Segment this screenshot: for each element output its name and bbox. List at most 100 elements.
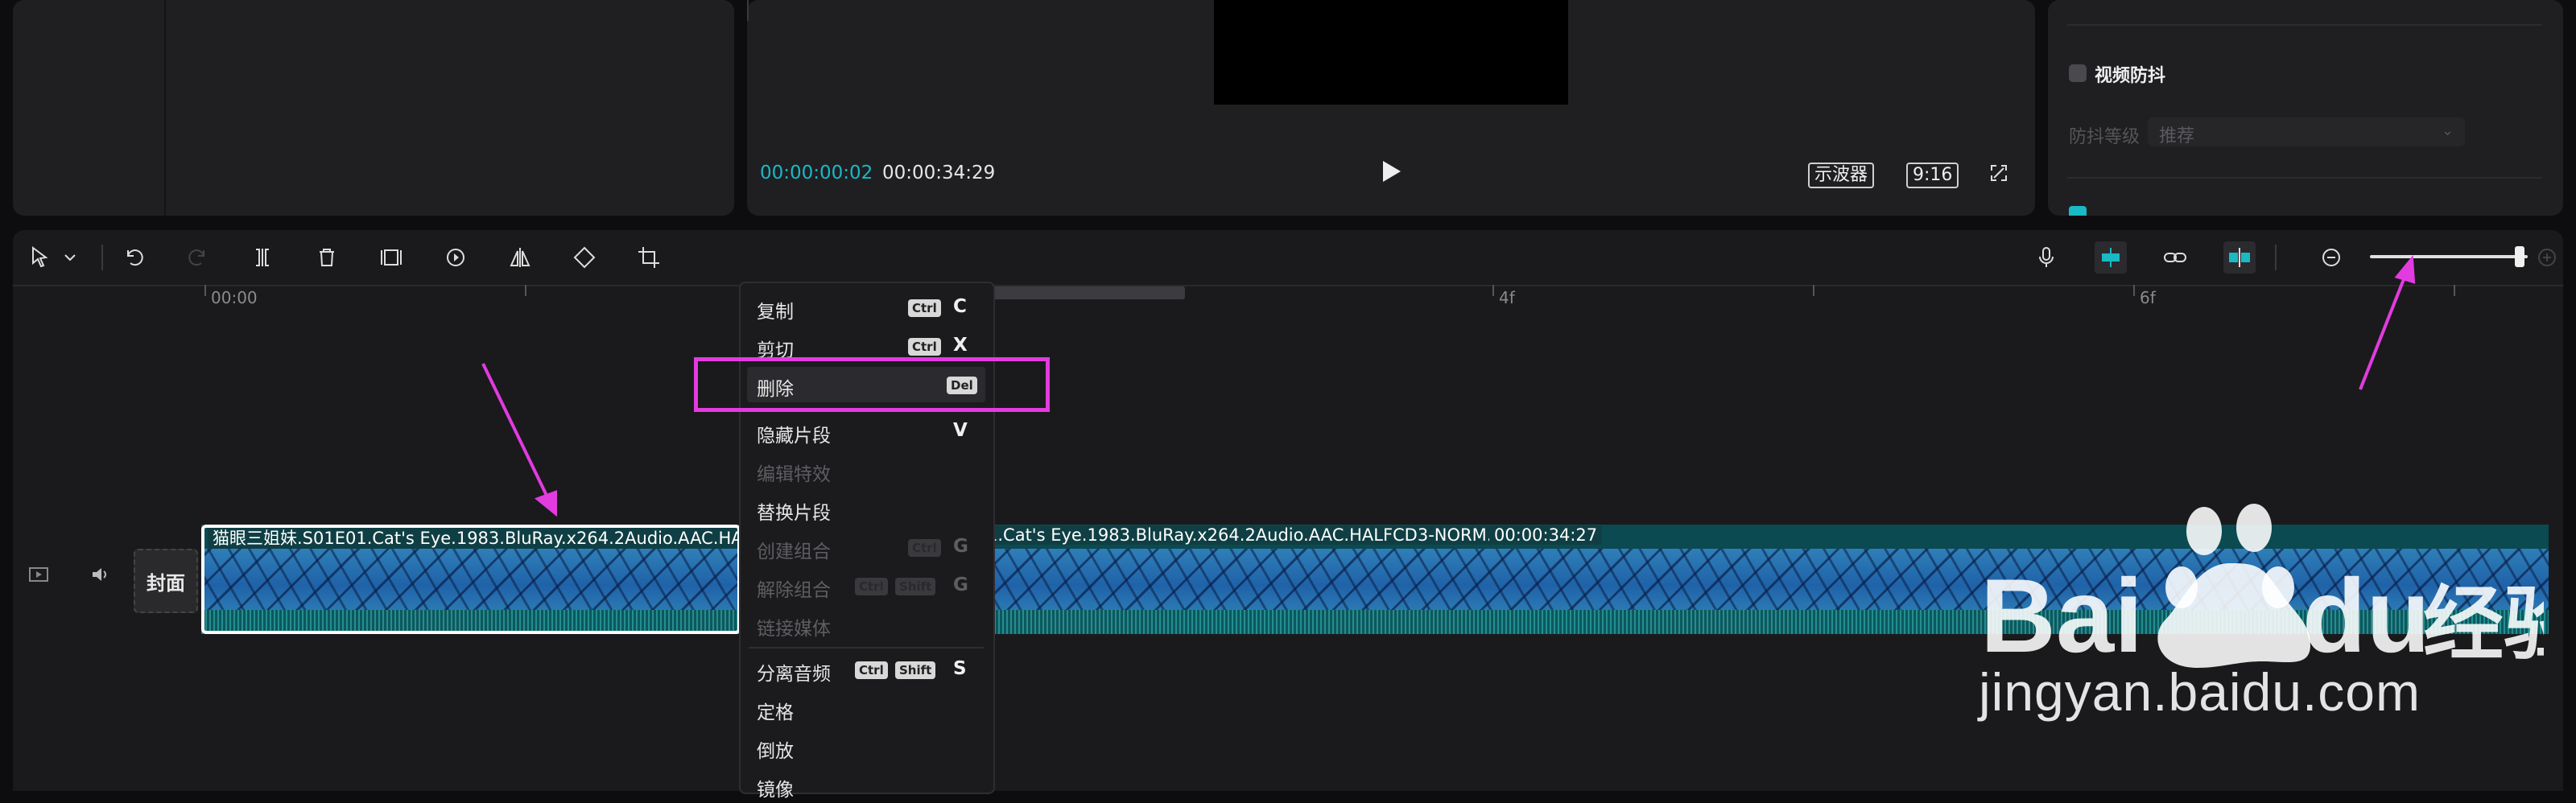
magnet-icon xyxy=(2102,248,2120,267)
clip-selection-outline xyxy=(201,525,741,634)
reverse-button[interactable] xyxy=(440,241,472,274)
timecode-separator xyxy=(747,0,749,21)
rotate-icon xyxy=(573,246,596,269)
ruler-label: 00:00 xyxy=(211,288,258,307)
annotation-highlight-box xyxy=(694,357,1050,412)
total-timecode: 00:00:34:29 xyxy=(882,163,996,183)
shortcut-key: S xyxy=(953,658,967,679)
shortcut-key: G xyxy=(953,536,968,557)
player-panel: 00:00:00:02 00:00:34:29 示波器 9:16 xyxy=(747,0,2035,216)
menu-item-label: 链接媒体 xyxy=(757,619,831,640)
stabilize-level-value: 推荐 xyxy=(2159,126,2195,146)
cursor-icon xyxy=(32,246,48,268)
shortcut-key: X xyxy=(953,335,968,356)
video-preview[interactable] xyxy=(1214,0,1568,105)
partial-checkbox[interactable] xyxy=(2069,206,2087,216)
zoom-out-button[interactable] xyxy=(2315,241,2347,274)
menu-item-reverse[interactable]: 倒放 xyxy=(741,729,993,764)
menu-item-detach-audio[interactable]: 分离音频 Ctrl Shift S xyxy=(741,652,993,687)
stabilize-level-select[interactable]: 推荐 ⌄ xyxy=(2148,117,2465,146)
watermark-url: jingyan.baidu.com xyxy=(1979,662,2421,722)
zoom-slider[interactable] xyxy=(2370,255,2528,258)
split-button[interactable] xyxy=(246,241,279,274)
undo-button[interactable] xyxy=(118,241,150,274)
freeze-button[interactable] xyxy=(375,241,407,274)
stabilize-label: 视频防抖 xyxy=(2095,66,2166,86)
menu-item-link-media[interactable]: 链接媒体 xyxy=(741,607,993,642)
select-mode-dropdown[interactable] xyxy=(60,241,80,274)
menu-item-label: 镜像 xyxy=(757,780,794,801)
menu-item-label: 定格 xyxy=(757,702,794,723)
divider xyxy=(2067,24,2542,26)
menu-item-copy[interactable]: 复制 Ctrl C xyxy=(741,290,993,325)
menu-item-hide-clip[interactable]: 隐藏片段 V xyxy=(741,414,993,449)
shortcut-key: Ctrl xyxy=(855,661,888,679)
redo-icon xyxy=(188,249,204,266)
scope-button[interactable]: 示波器 xyxy=(1808,163,1875,188)
menu-item-ungroup[interactable]: 解除组合 Ctrl Shift G xyxy=(741,568,993,603)
menu-item-edit-effects[interactable]: 编辑特效 xyxy=(741,452,993,488)
menu-item-replace-clip[interactable]: 替换片段 xyxy=(741,491,993,526)
shortcut-key: C xyxy=(953,296,967,317)
menu-item-label: 替换片段 xyxy=(757,503,831,524)
clip-duration: 00:00:34:27 xyxy=(1489,525,1603,545)
freeze-frame-icon xyxy=(381,249,402,266)
shortcut-key: Shift xyxy=(895,578,936,595)
menu-item-label: 倒放 xyxy=(757,741,794,762)
mirror-button[interactable] xyxy=(504,241,536,274)
fullscreen-icon[interactable] xyxy=(1990,164,2008,182)
timeline-ruler[interactable]: 00:00 4f 6f xyxy=(13,285,2563,311)
preview-axis-button[interactable] xyxy=(2223,241,2256,274)
toolbar-separator xyxy=(2275,245,2277,270)
zoom-in-button[interactable] xyxy=(2536,241,2558,274)
trash-icon xyxy=(320,249,334,266)
chevron-down-icon: ⌄ xyxy=(2441,122,2454,139)
timeline-toolbar xyxy=(13,230,2563,286)
menu-separator xyxy=(749,647,984,649)
cover-button[interactable]: 封面 xyxy=(134,549,198,613)
clip-name: 1.Cat's Eye.1983.BluRay.x264.2Audio.AAC.… xyxy=(982,525,1534,545)
link-icon xyxy=(2164,253,2186,262)
current-timecode: 00:00:00:02 xyxy=(760,163,873,183)
crop-button[interactable] xyxy=(633,241,665,274)
video-track-icon[interactable] xyxy=(27,563,50,586)
menu-item-mirror[interactable]: 镜像 xyxy=(741,768,993,803)
properties-panel: 视频防抖 防抖等级 推荐 ⌄ xyxy=(2048,0,2563,216)
menu-item-label: 创建组合 xyxy=(757,542,831,562)
zoom-in-icon xyxy=(2538,249,2556,266)
aspect-ratio-button[interactable]: 9:16 xyxy=(1906,163,1959,188)
menu-item-label: 复制 xyxy=(757,302,794,323)
shortcut-key: Ctrl xyxy=(908,338,941,356)
speaker-icon[interactable] xyxy=(89,563,111,586)
shortcut-key: V xyxy=(953,420,968,441)
zoom-out-icon xyxy=(2322,249,2340,266)
mirror-icon xyxy=(510,248,530,267)
delete-button[interactable] xyxy=(311,241,343,274)
undo-icon xyxy=(127,249,143,266)
toolbar-separator xyxy=(101,245,103,270)
menu-item-create-group[interactable]: 创建组合 Ctrl G xyxy=(741,529,993,565)
main-track-magnet-button[interactable] xyxy=(2095,241,2127,274)
chevron-down-icon xyxy=(64,254,76,261)
record-voice-button[interactable] xyxy=(2030,241,2062,274)
shortcut-key: G xyxy=(953,574,968,595)
stabilize-checkbox[interactable] xyxy=(2069,64,2087,82)
menu-item-freeze[interactable]: 定格 xyxy=(741,690,993,726)
select-tool-button[interactable] xyxy=(24,241,56,274)
panel-divider xyxy=(164,0,166,216)
play-icon[interactable] xyxy=(1383,161,1401,182)
menu-item-label: 解除组合 xyxy=(757,580,831,601)
reverse-icon xyxy=(447,249,464,266)
timeline-scrollbar[interactable] xyxy=(972,286,1185,299)
zoom-slider-handle[interactable] xyxy=(2515,246,2524,267)
redo-button[interactable] xyxy=(182,241,214,274)
shortcut-key: Ctrl xyxy=(855,578,888,595)
split-icon xyxy=(256,249,269,266)
ruler-label: 6f xyxy=(2140,288,2156,307)
menu-item-label: 分离音频 xyxy=(757,664,831,685)
rotate-button[interactable] xyxy=(568,241,601,274)
link-button[interactable] xyxy=(2159,241,2191,274)
preview-axis-icon xyxy=(2229,248,2250,267)
stabilize-level-label: 防抖等级 xyxy=(2069,127,2140,147)
crop-icon xyxy=(638,247,659,268)
